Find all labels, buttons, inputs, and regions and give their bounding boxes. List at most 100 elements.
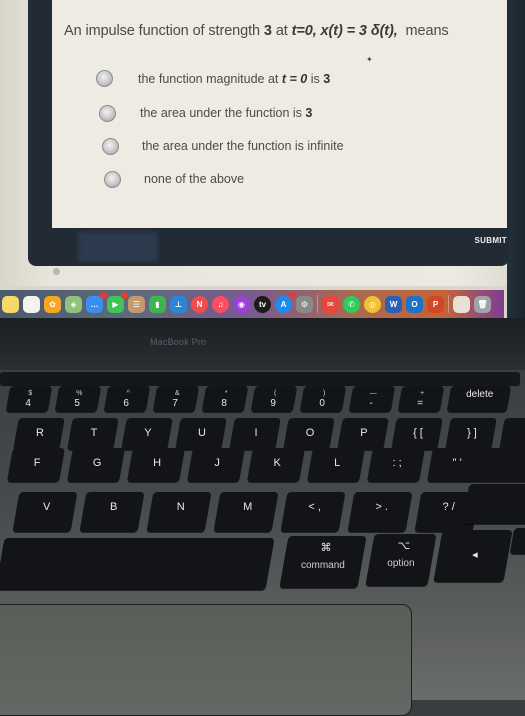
key-2-top-row[interactable]: Y bbox=[121, 418, 173, 450]
key-legend: Y bbox=[144, 427, 152, 439]
key-command[interactable]: ⌘ command bbox=[279, 536, 367, 588]
key-shift-right[interactable] bbox=[462, 484, 525, 524]
maps-app-icon[interactable]: ◈ bbox=[65, 295, 82, 313]
key-7-top-row[interactable]: { [ bbox=[391, 418, 443, 450]
trash-icon[interactable]: 🗑 bbox=[474, 295, 491, 313]
key-arrow-left[interactable]: ◂ bbox=[433, 530, 513, 582]
radio-button[interactable] bbox=[96, 70, 113, 87]
answer-option-4-label[interactable]: none of the above bbox=[144, 172, 244, 186]
notification-badge bbox=[289, 291, 296, 299]
key-legend: 7 bbox=[172, 398, 178, 409]
key-6-home-row[interactable]: : ; bbox=[367, 448, 425, 482]
dock-icon-glyph: ◉ bbox=[238, 299, 245, 309]
contacts-app-icon[interactable]: ☰ bbox=[128, 295, 145, 313]
key-3-home-row[interactable]: J bbox=[187, 448, 245, 482]
key-shift-legend: — bbox=[369, 390, 377, 397]
notes-app-icon[interactable] bbox=[2, 295, 19, 313]
key-3-bottom-row[interactable]: M bbox=[213, 492, 279, 532]
submit-button[interactable]: SUBMIT bbox=[475, 236, 507, 245]
key-7[interactable]: & 7 bbox=[152, 386, 200, 412]
key-9[interactable]: (9 bbox=[250, 386, 298, 412]
key-0-home-row[interactable]: F bbox=[7, 448, 65, 482]
key-3-top-row[interactable]: U bbox=[175, 418, 227, 450]
touch-bar[interactable] bbox=[0, 372, 520, 386]
radio-button[interactable] bbox=[99, 105, 116, 122]
key-5-top-row[interactable]: O bbox=[283, 418, 335, 450]
key-4[interactable]: $4 bbox=[5, 386, 53, 412]
option-bold-value: 3 bbox=[323, 72, 331, 86]
key-legend: I bbox=[254, 427, 258, 439]
chrome-app-icon[interactable]: ◎ bbox=[364, 295, 381, 313]
news-app-icon[interactable]: N bbox=[191, 295, 208, 313]
key-0[interactable]: ) 0 bbox=[299, 386, 347, 412]
system-preferences-app-icon[interactable]: ⚙ bbox=[296, 295, 313, 313]
key-legend: = bbox=[417, 398, 424, 409]
radio-button[interactable] bbox=[102, 138, 119, 155]
key-1-home-row[interactable]: G bbox=[67, 448, 125, 482]
photos-app-icon[interactable]: ✿ bbox=[44, 295, 61, 313]
key-return[interactable] bbox=[475, 448, 525, 482]
answer-option-2-label[interactable]: the area under the function is 3 bbox=[140, 106, 312, 120]
notification-badge bbox=[100, 291, 107, 299]
key-legend: { [ bbox=[413, 427, 423, 439]
documents-folder-icon[interactable] bbox=[453, 295, 470, 313]
key-legend: O bbox=[305, 427, 315, 439]
trackpad[interactable] bbox=[0, 604, 412, 716]
key-1-bottom-row[interactable]: B bbox=[79, 492, 145, 532]
key-shift-legend: ) bbox=[323, 390, 326, 397]
key--[interactable]: — - bbox=[348, 386, 396, 412]
key-legend: > . bbox=[375, 501, 388, 513]
key-8-top-row[interactable]: } ] bbox=[445, 418, 497, 450]
word-app-icon[interactable]: W bbox=[385, 295, 402, 313]
key-legend: G bbox=[92, 457, 102, 469]
key-5-bottom-row[interactable]: > . bbox=[347, 492, 413, 532]
key-0-bottom-row[interactable]: V bbox=[12, 492, 78, 532]
key-0-top-row[interactable]: R bbox=[13, 418, 65, 450]
quiz-card bbox=[28, 0, 509, 266]
key-8[interactable]: * 8 bbox=[201, 386, 249, 412]
mail-app-icon[interactable]: ✉ bbox=[322, 295, 339, 313]
key-shift-legend: $ bbox=[28, 390, 33, 397]
dock-icon-glyph: ✉ bbox=[327, 299, 334, 309]
key-space[interactable] bbox=[0, 538, 275, 590]
dock-icon-glyph: N bbox=[196, 299, 203, 309]
app-store-app-icon[interactable]: A bbox=[275, 291, 296, 313]
radio-button[interactable] bbox=[104, 171, 121, 188]
dock-icon-glyph: W bbox=[389, 299, 398, 309]
key-5-home-row[interactable]: L bbox=[307, 448, 365, 482]
whatsapp-app-icon[interactable]: ✆ bbox=[343, 295, 360, 313]
outlook-app-icon[interactable]: O bbox=[406, 295, 423, 313]
answer-option-2[interactable] bbox=[99, 105, 116, 122]
key-=[interactable]: + = bbox=[397, 386, 445, 412]
answer-option-4[interactable] bbox=[104, 171, 121, 188]
key-4-home-row[interactable]: K bbox=[247, 448, 305, 482]
key-2-bottom-row[interactable]: N bbox=[146, 492, 212, 532]
numbers-app-icon[interactable]: ▮ bbox=[149, 295, 166, 313]
dock-icon-glyph: ▮ bbox=[155, 299, 160, 309]
messages-app-icon[interactable]: … bbox=[86, 291, 107, 313]
facetime-app-icon[interactable]: ▶ bbox=[107, 291, 128, 313]
key-1-top-row[interactable]: T bbox=[67, 418, 119, 450]
apple-tv-app-icon[interactable]: tv bbox=[254, 295, 271, 313]
key-2-home-row[interactable]: H bbox=[127, 448, 185, 482]
key-delete[interactable]: delete bbox=[446, 386, 512, 412]
key-backslash[interactable] bbox=[499, 418, 525, 450]
key-5[interactable]: % 5 bbox=[54, 386, 102, 412]
key-4-top-row[interactable]: I bbox=[229, 418, 281, 450]
keynote-app-icon[interactable]: ⊥ bbox=[170, 295, 187, 313]
key-4-bottom-row[interactable]: < , bbox=[280, 492, 346, 532]
podcasts-app-icon[interactable]: ◉ bbox=[233, 295, 250, 313]
key-option[interactable]: ⌥ option bbox=[365, 534, 437, 586]
key-legend: 0 bbox=[319, 398, 325, 409]
key-legend: B bbox=[110, 501, 118, 513]
answer-option-1[interactable] bbox=[96, 70, 113, 87]
music-app-icon[interactable]: ♫ bbox=[212, 295, 229, 313]
answer-option-1-label[interactable]: the function magnitude at t = 0 is 3 bbox=[138, 72, 330, 86]
key-legend: 9 bbox=[270, 398, 276, 409]
key-6[interactable]: ^ 6 bbox=[103, 386, 151, 412]
answer-option-3[interactable] bbox=[102, 138, 119, 155]
powerpoint-app-icon[interactable]: P bbox=[427, 295, 444, 313]
reminders-app-icon[interactable]: ≡ bbox=[23, 295, 40, 313]
key-6-top-row[interactable]: P bbox=[337, 418, 389, 450]
answer-option-3-label[interactable]: the area under the function is infinite bbox=[142, 139, 344, 153]
